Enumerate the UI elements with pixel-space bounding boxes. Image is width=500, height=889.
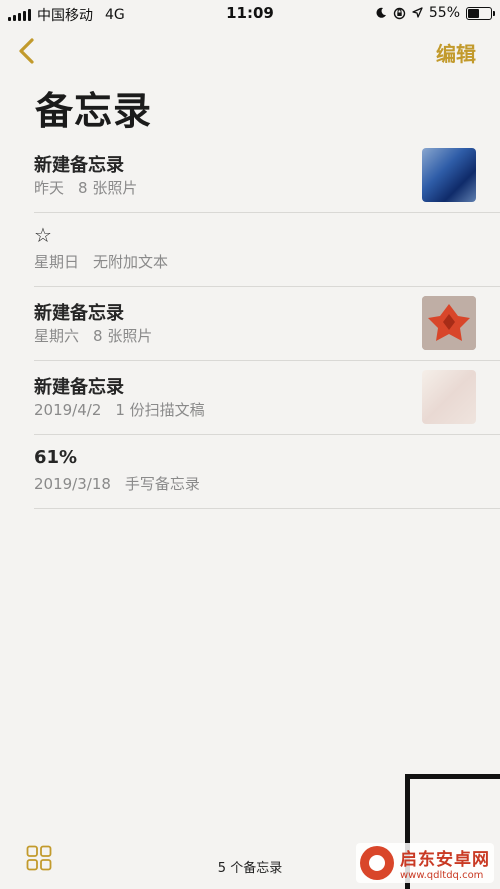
- note-date: 星期六: [34, 327, 80, 345]
- note-title: 新建备忘录: [34, 303, 124, 324]
- chevron-left-icon: [19, 38, 34, 64]
- note-item[interactable]: 新建备忘录 2019/4/2 1 份扫描文稿: [34, 361, 500, 435]
- page-title: 备忘录: [35, 89, 153, 133]
- note-item[interactable]: 61% 2019/3/18 手写备忘录: [34, 435, 500, 509]
- note-title: 新建备忘录: [34, 377, 124, 398]
- watermark: 启东安卓网 www.qdltdq.com: [356, 843, 494, 883]
- note-detail: 无附加文本: [93, 253, 169, 271]
- battery-percent: 55%: [428, 5, 460, 21]
- watermark-url: www.qdltdq.com: [400, 870, 484, 881]
- origami-image: [422, 296, 476, 350]
- note-date: 2019/4/2: [34, 401, 102, 419]
- status-bar: 中国移动 4G 11:09 55%: [0, 0, 500, 28]
- note-thumbnail: [422, 296, 476, 350]
- note-meta: 2019/3/18 手写备忘录: [34, 473, 200, 494]
- note-meta: 昨天 8 张照片: [34, 177, 137, 198]
- notes-list: 新建备忘录 昨天 8 张照片 ☆ 星期日 无附加文本 新建备忘录 星期六 8 张照片 …: [0, 139, 500, 509]
- note-title: 61%: [34, 447, 78, 468]
- note-item[interactable]: ☆ 星期日 无附加文本: [34, 213, 500, 287]
- note-date: 2019/3/18: [34, 475, 111, 493]
- note-meta: 星期日 无附加文本: [34, 251, 168, 272]
- note-date: 昨天: [34, 179, 65, 197]
- location-icon: [412, 7, 423, 18]
- note-meta: 2019/4/2 1 份扫描文稿: [34, 399, 205, 420]
- watermark-name: 启东安卓网: [400, 850, 490, 870]
- note-meta: 星期六 8 张照片: [34, 325, 152, 346]
- note-item[interactable]: 新建备忘录 星期六 8 张照片: [34, 287, 500, 361]
- edit-button[interactable]: 编辑: [436, 38, 476, 67]
- note-detail: 手写备忘录: [124, 475, 200, 493]
- note-detail: 8 张照片: [93, 327, 153, 345]
- watermark-text: 启东安卓网 www.qdltdq.com: [400, 845, 490, 881]
- note-item[interactable]: 新建备忘录 昨天 8 张照片: [34, 139, 500, 213]
- note-detail: 8 张照片: [78, 179, 138, 197]
- note-title: ☆: [34, 223, 52, 247]
- note-title: 新建备忘录: [34, 155, 124, 176]
- orientation-lock-icon: [393, 7, 406, 19]
- status-right: 55%: [375, 5, 495, 21]
- moon-icon: [376, 7, 386, 18]
- watermark-logo-icon: [360, 846, 394, 880]
- note-thumbnail: [422, 370, 476, 424]
- note-date: 星期日: [34, 253, 80, 271]
- battery-icon: [466, 6, 495, 20]
- note-detail: 1 份扫描文稿: [115, 401, 205, 419]
- note-thumbnail: [422, 148, 476, 202]
- back-button[interactable]: [14, 36, 42, 66]
